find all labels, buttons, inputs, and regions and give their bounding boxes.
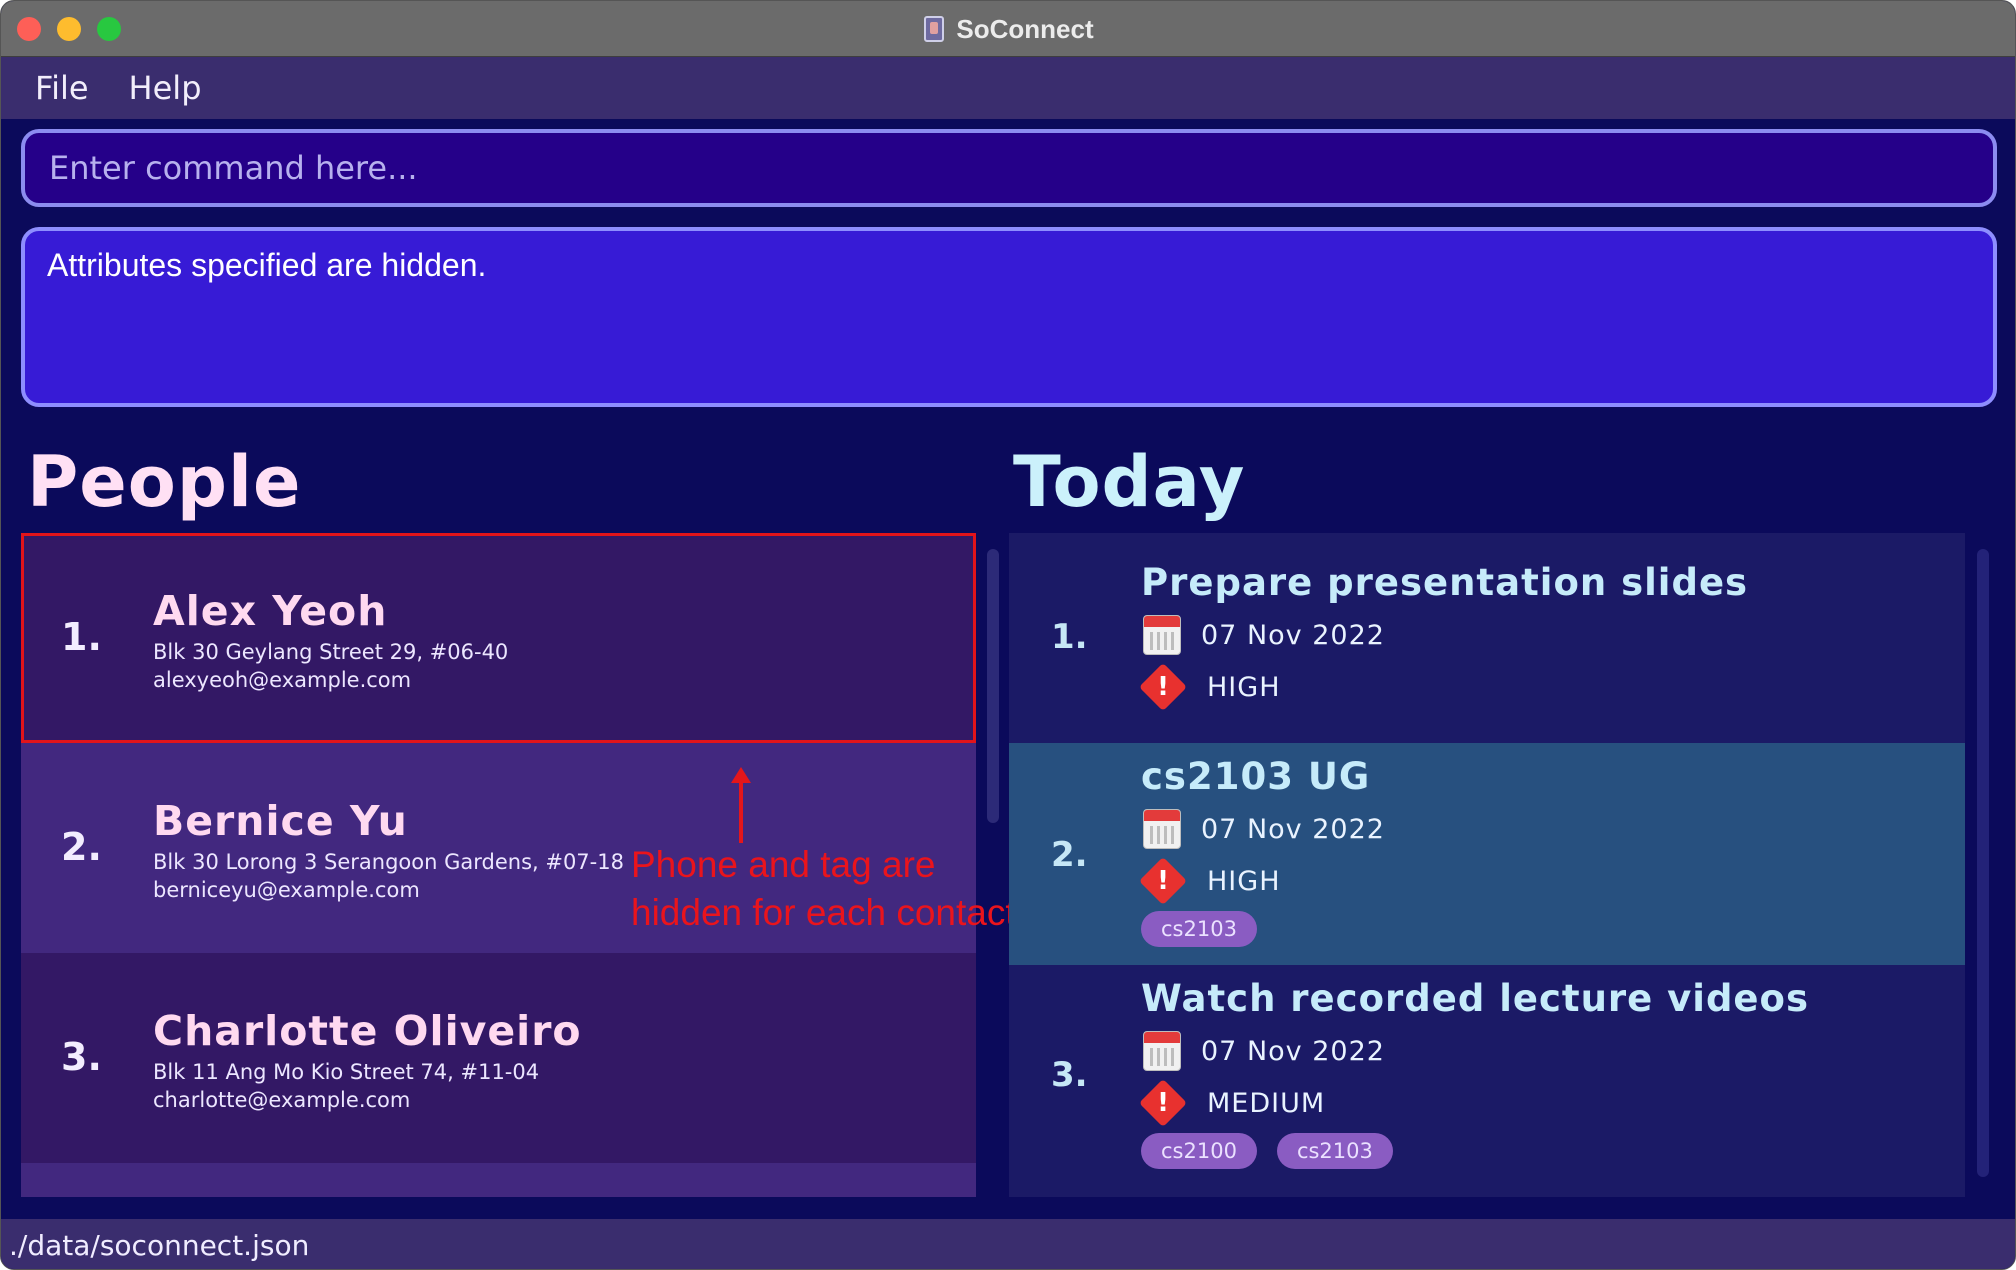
person-index: 1. — [61, 615, 102, 659]
task-priority-row: ! HIGH — [1138, 856, 1281, 906]
command-box — [21, 129, 1997, 207]
person-name: Bernice Yu — [153, 797, 408, 845]
window-title-text: SoConnect — [956, 13, 1094, 44]
annotation-arrow — [739, 777, 743, 843]
task-card[interactable]: 3. Watch recorded lecture videos 07 Nov … — [1009, 965, 1965, 1197]
task-tags: cs2103 — [1141, 911, 1257, 947]
task-index: 2. — [1051, 835, 1088, 875]
menu-file[interactable]: File — [35, 69, 89, 107]
task-card[interactable]: 1. Prepare presentation slides 07 Nov 20… — [1009, 533, 1965, 743]
calendar-icon — [1143, 1031, 1181, 1071]
menu-help[interactable]: Help — [129, 69, 202, 107]
task-priority-row: ! HIGH — [1138, 662, 1281, 712]
person-name: Alex Yeoh — [153, 587, 388, 635]
task-date: 07 Nov 2022 — [1201, 813, 1385, 845]
people-scrollbar[interactable] — [987, 549, 999, 823]
person-card[interactable]: 3. Charlotte Oliveiro Blk 11 Ang Mo Kio … — [21, 953, 976, 1163]
task-scrollbar[interactable] — [1977, 549, 1989, 1177]
task-name: Watch recorded lecture videos — [1141, 977, 1809, 1020]
task-date-row: 07 Nov 2022 — [1143, 615, 1385, 655]
task-priority-row: ! MEDIUM — [1138, 1078, 1326, 1128]
person-address: Blk 30 Geylang Street 29, #06-40 — [153, 640, 509, 664]
title-bar: SoConnect — [1, 1, 2015, 57]
window-title: SoConnect — [1, 1, 2015, 57]
annotation-text: Phone and tag are hidden for each contac… — [631, 841, 1071, 937]
status-bar: ./data/soconnect.json — [1, 1219, 2015, 1269]
command-input[interactable] — [49, 149, 1993, 187]
person-address: Blk 30 Lorong 3 Serangoon Gardens, #07-1… — [153, 850, 624, 874]
person-address: Blk 11 Ang Mo Kio Street 74, #11-04 — [153, 1060, 540, 1084]
people-heading: People — [27, 441, 302, 523]
task-date: 07 Nov 2022 — [1201, 1035, 1385, 1067]
person-card-partial[interactable] — [21, 1163, 976, 1197]
person-name: Charlotte Oliveiro — [153, 1007, 582, 1055]
task-index: 1. — [1051, 617, 1088, 657]
task-priority: HIGH — [1207, 865, 1281, 897]
result-display: Attributes specified are hidden. — [21, 227, 1997, 407]
data-file-path: ./data/soconnect.json — [9, 1228, 310, 1262]
person-email: alexyeoh@example.com — [153, 668, 412, 692]
task-list[interactable]: 1. Prepare presentation slides 07 Nov 20… — [1009, 533, 1965, 1197]
task-index: 3. — [1051, 1055, 1088, 1095]
person-index: 3. — [61, 1035, 102, 1079]
result-text: Attributes specified are hidden. — [47, 247, 487, 283]
task-priority: HIGH — [1207, 671, 1281, 703]
app-icon — [924, 16, 945, 42]
menu-bar: File Help — [1, 57, 2015, 119]
priority-icon: ! — [1138, 1078, 1188, 1128]
person-index: 2. — [61, 825, 102, 869]
task-card-selected[interactable]: 2. cs2103 UG 07 Nov 2022 ! HIGH cs2103 — [1009, 743, 1965, 965]
calendar-icon — [1143, 809, 1181, 849]
task-name: cs2103 UG — [1141, 755, 1371, 798]
task-date-row: 07 Nov 2022 — [1143, 809, 1385, 849]
annotation-line-2: hidden for each contact — [631, 892, 1016, 933]
task-priority: MEDIUM — [1207, 1087, 1326, 1119]
priority-icon: ! — [1138, 856, 1188, 906]
person-email: berniceyu@example.com — [153, 878, 420, 902]
task-date: 07 Nov 2022 — [1201, 619, 1385, 651]
annotation-line-1: Phone and tag are — [631, 844, 936, 885]
task-tag: cs2100 — [1141, 1133, 1257, 1169]
priority-icon: ! — [1138, 662, 1188, 712]
today-heading: Today — [1013, 441, 1246, 523]
task-tag: cs2103 — [1141, 911, 1257, 947]
task-date-row: 07 Nov 2022 — [1143, 1031, 1385, 1071]
calendar-icon — [1143, 615, 1181, 655]
person-email: charlotte@example.com — [153, 1088, 411, 1112]
task-tag: cs2103 — [1276, 1133, 1393, 1169]
app-window: SoConnect File Help Attributes specified… — [0, 0, 2016, 1270]
person-card[interactable]: 1. Alex Yeoh Blk 30 Geylang Street 29, #… — [21, 533, 976, 743]
task-name: Prepare presentation slides — [1141, 561, 1749, 604]
task-tags: cs2100 cs2103 — [1141, 1133, 1393, 1169]
